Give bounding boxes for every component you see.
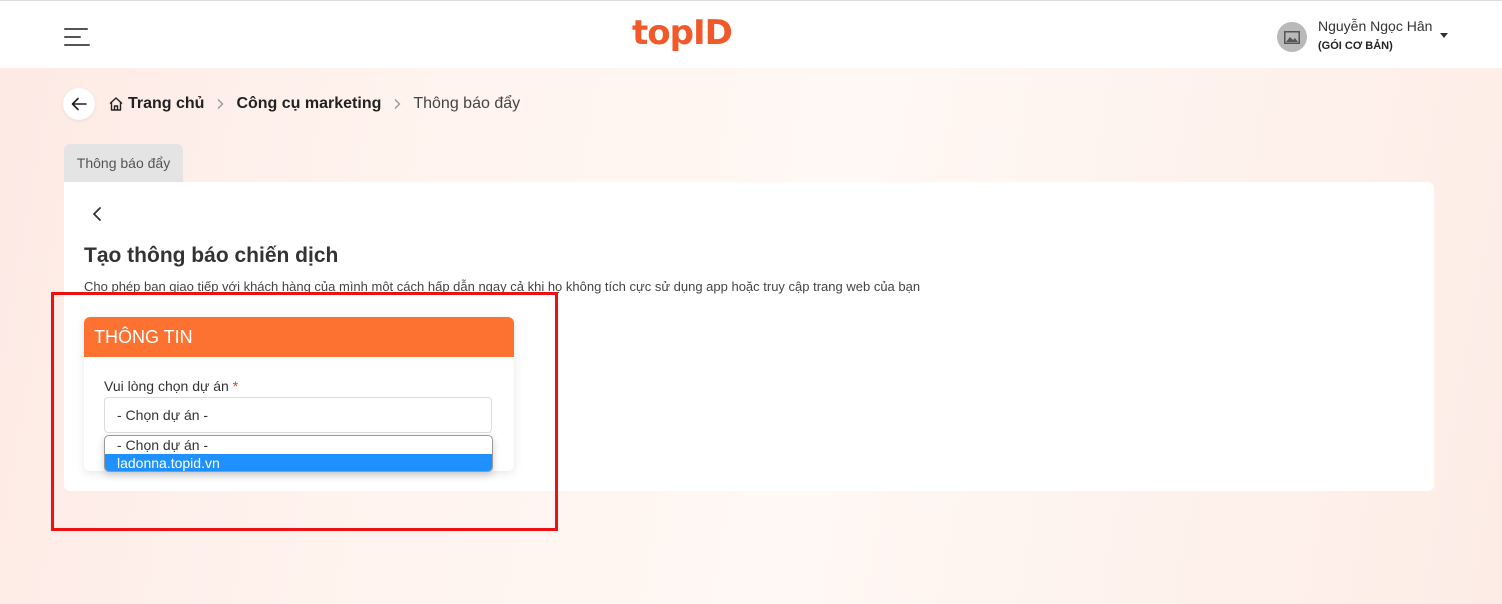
home-icon[interactable]	[108, 96, 124, 112]
chevron-right-icon	[216, 98, 224, 110]
top-bar: topID Nguyễn Ngọc Hân (GÓI CƠ BẢN)	[0, 0, 1502, 68]
user-plan: (GÓI CƠ BẢN)	[1318, 40, 1393, 52]
chevron-right-icon	[393, 98, 401, 110]
breadcrumb-item-home[interactable]: Trang chủ	[128, 95, 204, 113]
user-avatar[interactable]	[1277, 22, 1307, 52]
page-title: Tạo thông báo chiến dịch	[84, 244, 339, 267]
breadcrumb: Trang chủ Công cụ marketing Thông báo đẩ…	[108, 92, 520, 116]
hamburger-menu-icon[interactable]	[64, 27, 90, 49]
breadcrumb-item-marketing-tools[interactable]: Công cụ marketing	[236, 95, 381, 113]
arrow-left-icon	[71, 97, 87, 111]
image-placeholder-icon	[1284, 30, 1300, 44]
back-button[interactable]	[63, 88, 95, 120]
tab-push-notifications[interactable]: Thông báo đẩy	[64, 144, 183, 182]
user-name[interactable]: Nguyễn Ngọc Hân	[1318, 18, 1432, 34]
chevron-left-icon[interactable]	[88, 204, 108, 224]
caret-down-icon[interactable]	[1440, 33, 1448, 38]
app-logo[interactable]: topID	[632, 13, 733, 53]
breadcrumb-item-current: Thông báo đẩy	[413, 95, 521, 112]
annotation-highlight-box	[51, 292, 558, 531]
